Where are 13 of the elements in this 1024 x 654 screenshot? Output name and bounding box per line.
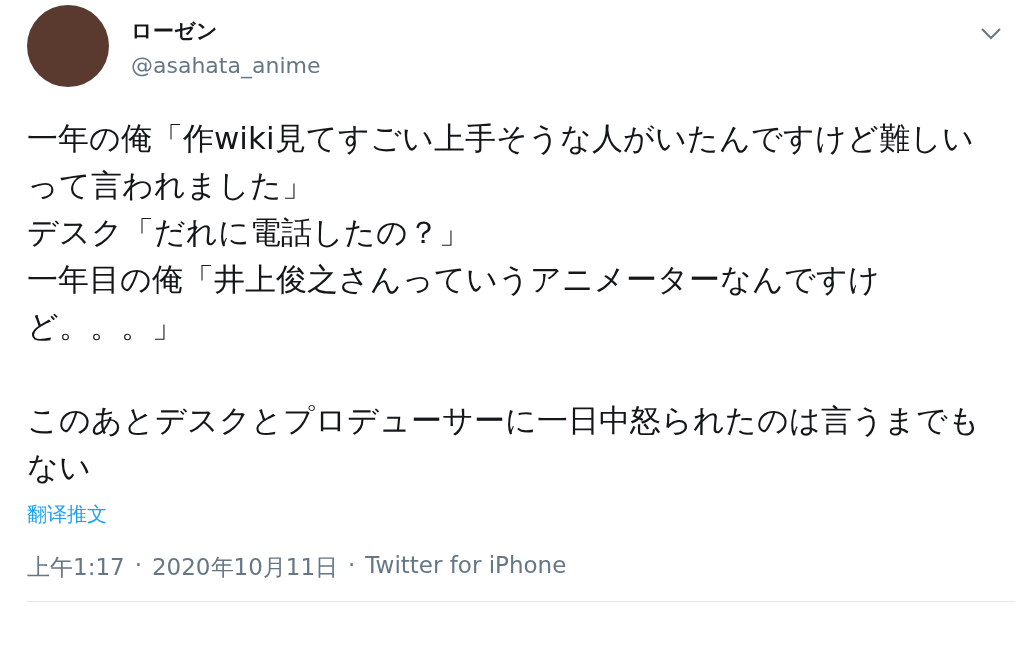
- tweet-time: 上午1:17: [27, 553, 125, 582]
- tweet-source[interactable]: Twitter for iPhone: [365, 552, 567, 583]
- separator-dot: ·: [348, 552, 356, 580]
- tweet-text: デスク「だれに電話したの？」: [27, 213, 471, 252]
- chevron-down-icon[interactable]: [980, 27, 1002, 41]
- author-handle: @asahata_anime: [131, 53, 322, 78]
- tweet-text: このあとデスクとプロデューサーに一日中怒られたのは言うまでもない: [27, 401, 981, 487]
- translate-link[interactable]: 翻译推文: [27, 501, 107, 528]
- tweet-date: 2020年10月11日: [151, 553, 339, 582]
- author-name: ローゼン: [131, 18, 219, 45]
- tweet-text: 一年目の俺「井上俊之さんっていうアニメーターなんですけど。。。」: [27, 260, 881, 346]
- tweet-text: 一年の俺「作wiki見てすごい上手そうな人がいたんですけど難しいって言われました」: [27, 119, 975, 205]
- separator-dot: ·: [134, 552, 142, 580]
